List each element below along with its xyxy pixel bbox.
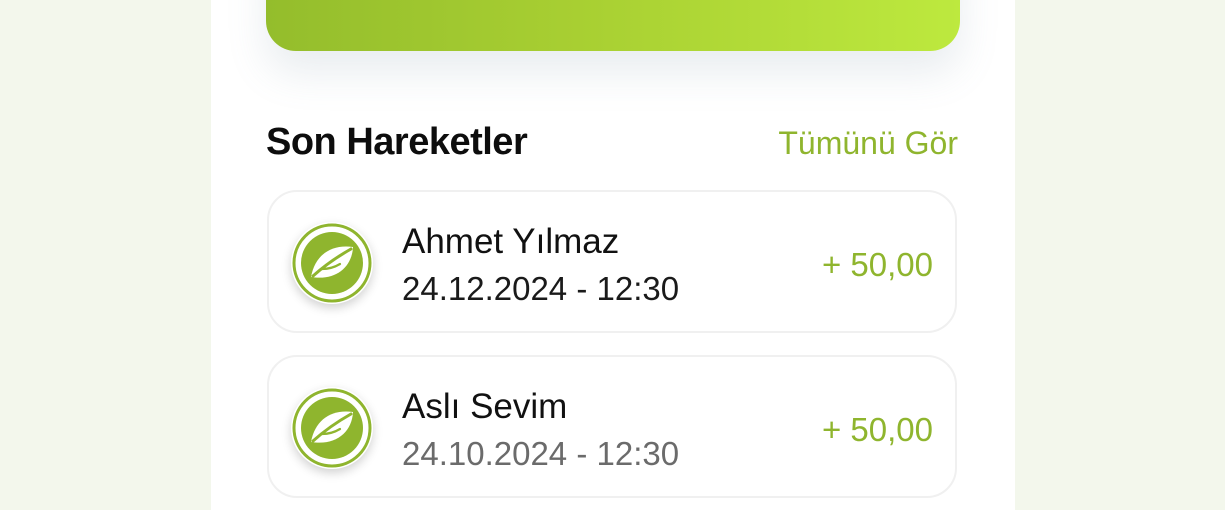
see-all-link[interactable]: Tümünü Gör bbox=[778, 125, 958, 162]
transaction-item[interactable]: Ahmet Yılmaz 24.12.2024 - 12:30 + 50,00 bbox=[267, 190, 957, 333]
transaction-date: 24.12.2024 - 12:30 bbox=[402, 270, 680, 307]
transaction-name: Ahmet Yılmaz bbox=[402, 222, 620, 261]
transaction-amount: + 50,00 bbox=[821, 411, 933, 448]
balance-card[interactable] bbox=[266, 0, 960, 51]
transaction-name: Aslı Sevim bbox=[402, 387, 568, 426]
transaction-item[interactable]: Aslı Sevim 24.10.2024 - 12:30 + 50,00 bbox=[267, 355, 957, 498]
app-screen: Son Hareketler Tümünü Gör Ahmet Yılmaz 2… bbox=[211, 0, 1015, 510]
section-title: Son Hareketler bbox=[266, 121, 528, 163]
transaction-date: 24.10.2024 - 12:30 bbox=[402, 435, 680, 472]
transaction-amount: + 50,00 bbox=[821, 246, 933, 283]
leaf-icon bbox=[291, 387, 373, 469]
leaf-icon bbox=[291, 222, 373, 304]
